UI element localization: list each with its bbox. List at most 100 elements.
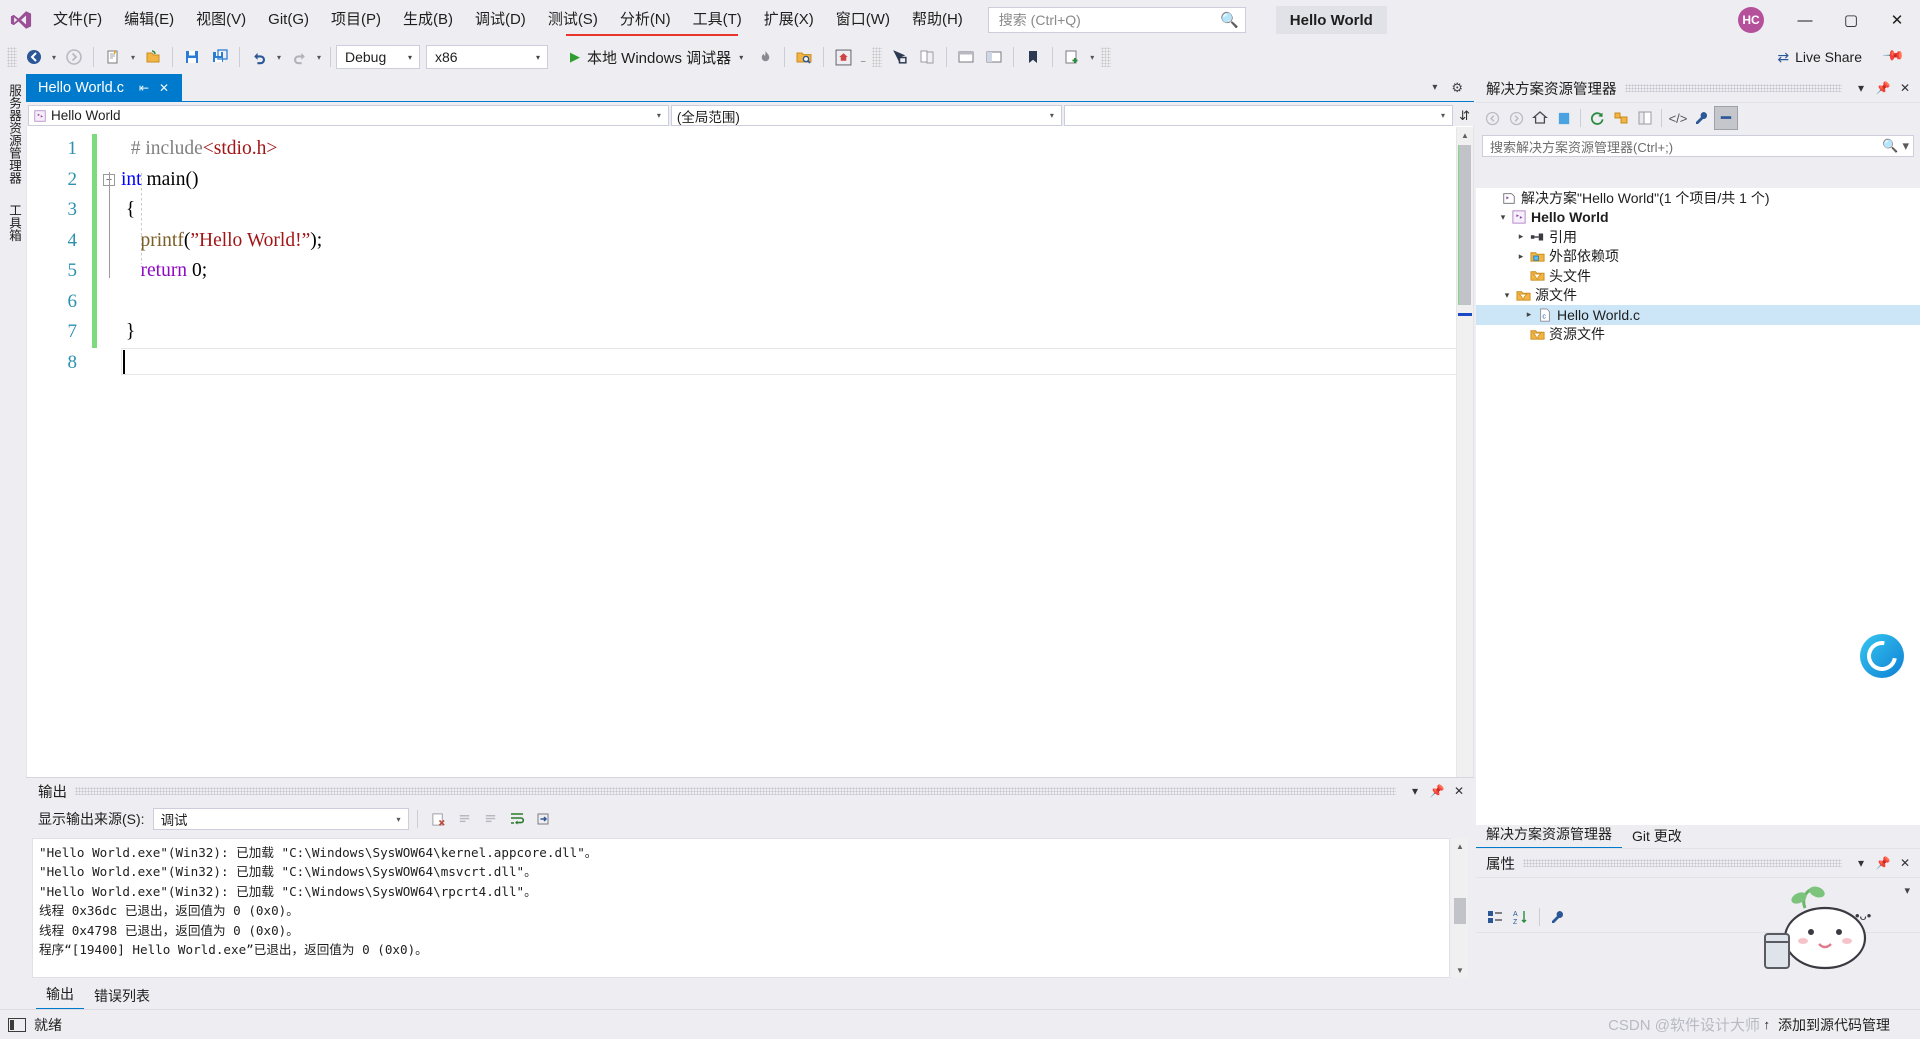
expander-icon[interactable]: ▾ xyxy=(1500,290,1514,301)
nav-member-combo[interactable]: ▾ xyxy=(1063,105,1454,126)
undo-dropdown-icon[interactable]: ▾ xyxy=(273,44,285,70)
tab-solution-explorer[interactable]: 解决方案资源管理器 xyxy=(1476,822,1622,849)
save-icon[interactable] xyxy=(179,44,205,70)
panel-drag-dots[interactable] xyxy=(75,787,1396,795)
avatar[interactable]: HC xyxy=(1738,7,1764,33)
active-project-chip[interactable]: Hello World xyxy=(1275,6,1387,34)
home-icon[interactable] xyxy=(1528,106,1552,130)
toolbar-grip[interactable] xyxy=(1101,47,1112,67)
navigate-backward-icon[interactable] xyxy=(21,44,47,70)
add-to-source-control-button[interactable]: 添加到源代码管理 xyxy=(1778,1015,1890,1035)
tree-row-source-files[interactable]: ▾ 源文件 xyxy=(1476,286,1920,306)
navigate-prev-message-icon[interactable] xyxy=(452,807,478,831)
solution-configuration-combo[interactable]: Debug ▾ xyxy=(336,45,420,69)
rail-tab-toolbox[interactable]: 工具箱 xyxy=(0,194,29,252)
live-share-button[interactable]: ⇄ Live Share xyxy=(1777,44,1862,70)
go-to-message-icon[interactable] xyxy=(530,807,556,831)
chevron-down-icon[interactable]: ▾ xyxy=(1850,76,1872,100)
scroll-down-icon[interactable]: ▼ xyxy=(1452,962,1468,978)
tree-row-external-deps[interactable]: ▸ 外部依赖项 xyxy=(1476,247,1920,267)
toolbar-grip[interactable] xyxy=(872,47,883,67)
categorized-icon[interactable] xyxy=(1482,905,1508,929)
properties-object-selector[interactable]: ▾ xyxy=(1476,878,1920,902)
save-all-icon[interactable] xyxy=(207,44,233,70)
nav-project-combo[interactable]: Hello World ▾ xyxy=(28,105,669,126)
solution-explorer-search-input[interactable]: 搜索解决方案资源管理器(Ctrl+;) 🔍 ▾ xyxy=(1482,135,1914,157)
start-debugging-button[interactable]: ▶ 本地 Windows 调试器 ▾ xyxy=(562,44,751,70)
menu-build[interactable]: 生成(B) xyxy=(392,0,464,40)
minimize-button[interactable]: — xyxy=(1782,0,1828,40)
open-file-icon[interactable] xyxy=(140,44,166,70)
tree-row-header-files[interactable]: 头文件 xyxy=(1476,266,1920,286)
new-project-icon[interactable] xyxy=(100,44,126,70)
tab-options-gear-icon[interactable]: ⚙ xyxy=(1444,80,1470,96)
scroll-up-icon[interactable]: ▲ xyxy=(1457,127,1473,143)
close-icon[interactable]: ✕ xyxy=(1894,851,1916,875)
tree-row-references[interactable]: ▸ 引用 xyxy=(1476,227,1920,247)
tree-row-resource-files[interactable]: 资源文件 xyxy=(1476,325,1920,345)
pending-changes-icon[interactable] xyxy=(1552,106,1576,130)
properties-icon[interactable] xyxy=(1690,106,1714,130)
scroll-thumb[interactable] xyxy=(1454,898,1466,924)
output-vertical-scrollbar[interactable]: ▲ ▼ xyxy=(1452,838,1468,978)
pin-icon[interactable]: 📌 xyxy=(1872,76,1894,100)
forward-icon[interactable] xyxy=(1504,106,1528,130)
chevron-down-icon[interactable]: ▾ xyxy=(1850,851,1872,875)
menu-window[interactable]: 窗口(W) xyxy=(825,0,901,40)
preview-selected-items-icon[interactable] xyxy=(1714,106,1738,130)
code-window-icon[interactable] xyxy=(953,44,979,70)
quick-search-input[interactable]: 搜索 (Ctrl+Q) 🔍 xyxy=(987,7,1246,33)
expander-icon[interactable]: ▾ xyxy=(1496,212,1510,223)
pin-icon[interactable]: 📌 xyxy=(1872,851,1894,875)
tab-error-list[interactable]: 错误列表 xyxy=(84,983,160,1010)
maximize-button[interactable]: ▢ xyxy=(1828,0,1874,40)
navigate-forward-icon[interactable] xyxy=(61,44,87,70)
edge-browser-icon[interactable] xyxy=(1860,634,1904,678)
expander-icon[interactable]: ▸ xyxy=(1514,251,1528,262)
expander-icon[interactable]: ▸ xyxy=(1522,309,1536,320)
tab-git-changes[interactable]: Git 更改 xyxy=(1622,824,1692,849)
document-tab-hello-world-c[interactable]: Hello World.c ⇤ ✕ xyxy=(26,74,183,101)
back-icon[interactable] xyxy=(1480,106,1504,130)
chevron-down-icon[interactable]: ▾ xyxy=(1902,138,1909,154)
navigate-next-message-icon[interactable] xyxy=(478,807,504,831)
panel-drag-dots[interactable] xyxy=(1624,84,1842,92)
toggle-wordwrap-icon[interactable] xyxy=(504,807,530,831)
tree-row-project[interactable]: ▾ Hello World xyxy=(1476,208,1920,228)
panel-drag-dots[interactable] xyxy=(1523,859,1842,867)
split-editor-icon[interactable]: ⇵ xyxy=(1455,108,1474,124)
alphabetical-icon[interactable]: AZ xyxy=(1508,905,1534,929)
toolbox-window-icon[interactable] xyxy=(981,44,1007,70)
bookmark-icon[interactable] xyxy=(1020,44,1046,70)
close-icon[interactable]: ✕ xyxy=(1894,76,1916,100)
solution-explorer-home-icon[interactable] xyxy=(830,44,856,70)
solution-explorer-tree[interactable]: 解决方案"Hello World"(1 个项目/共 1 个) ▾ Hello W… xyxy=(1476,188,1920,830)
output-source-combo[interactable]: 调试 ▾ xyxy=(152,808,409,830)
show-all-files-icon[interactable] xyxy=(1633,106,1657,130)
hot-reload-icon[interactable] xyxy=(752,44,778,70)
output-text-area[interactable]: "Hello World.exe"(Win32): 已加载 "C:\Window… xyxy=(32,838,1450,978)
close-button[interactable]: ✕ xyxy=(1874,0,1920,40)
tab-output[interactable]: 输出 xyxy=(36,981,84,1010)
navigate-backward-dropdown-icon[interactable]: ▾ xyxy=(48,44,60,70)
code-view-icon[interactable]: </> xyxy=(1666,106,1690,130)
property-pages-icon[interactable] xyxy=(1545,905,1571,929)
expander-icon[interactable]: ▸ xyxy=(1514,231,1528,242)
add-item-icon[interactable] xyxy=(1059,44,1085,70)
tree-row-hello-world-c[interactable]: ▸ c Hello World.c xyxy=(1476,305,1920,325)
tab-list-dropdown-icon[interactable]: ▾ xyxy=(1425,82,1444,93)
collapse-all-icon[interactable] xyxy=(1609,106,1633,130)
menu-git[interactable]: Git(G) xyxy=(257,0,320,40)
menu-view[interactable]: 视图(V) xyxy=(185,0,257,40)
clear-output-icon[interactable] xyxy=(426,807,452,831)
rail-tab-server-explorer[interactable]: 服务器资源管理器 xyxy=(0,74,29,194)
menu-extensions[interactable]: 扩展(X) xyxy=(753,0,825,40)
redo-dropdown-icon[interactable]: ▾ xyxy=(313,44,325,70)
menu-edit[interactable]: 编辑(E) xyxy=(113,0,185,40)
redo-icon[interactable] xyxy=(286,44,312,70)
toolbar-grip[interactable] xyxy=(7,47,17,67)
menu-debug[interactable]: 调试(D) xyxy=(464,0,537,40)
tree-row-solution[interactable]: 解决方案"Hello World"(1 个项目/共 1 个) xyxy=(1476,188,1920,208)
new-project-dropdown-icon[interactable]: ▾ xyxy=(127,44,139,70)
add-item-dropdown-icon[interactable]: ▾ xyxy=(1086,44,1098,70)
